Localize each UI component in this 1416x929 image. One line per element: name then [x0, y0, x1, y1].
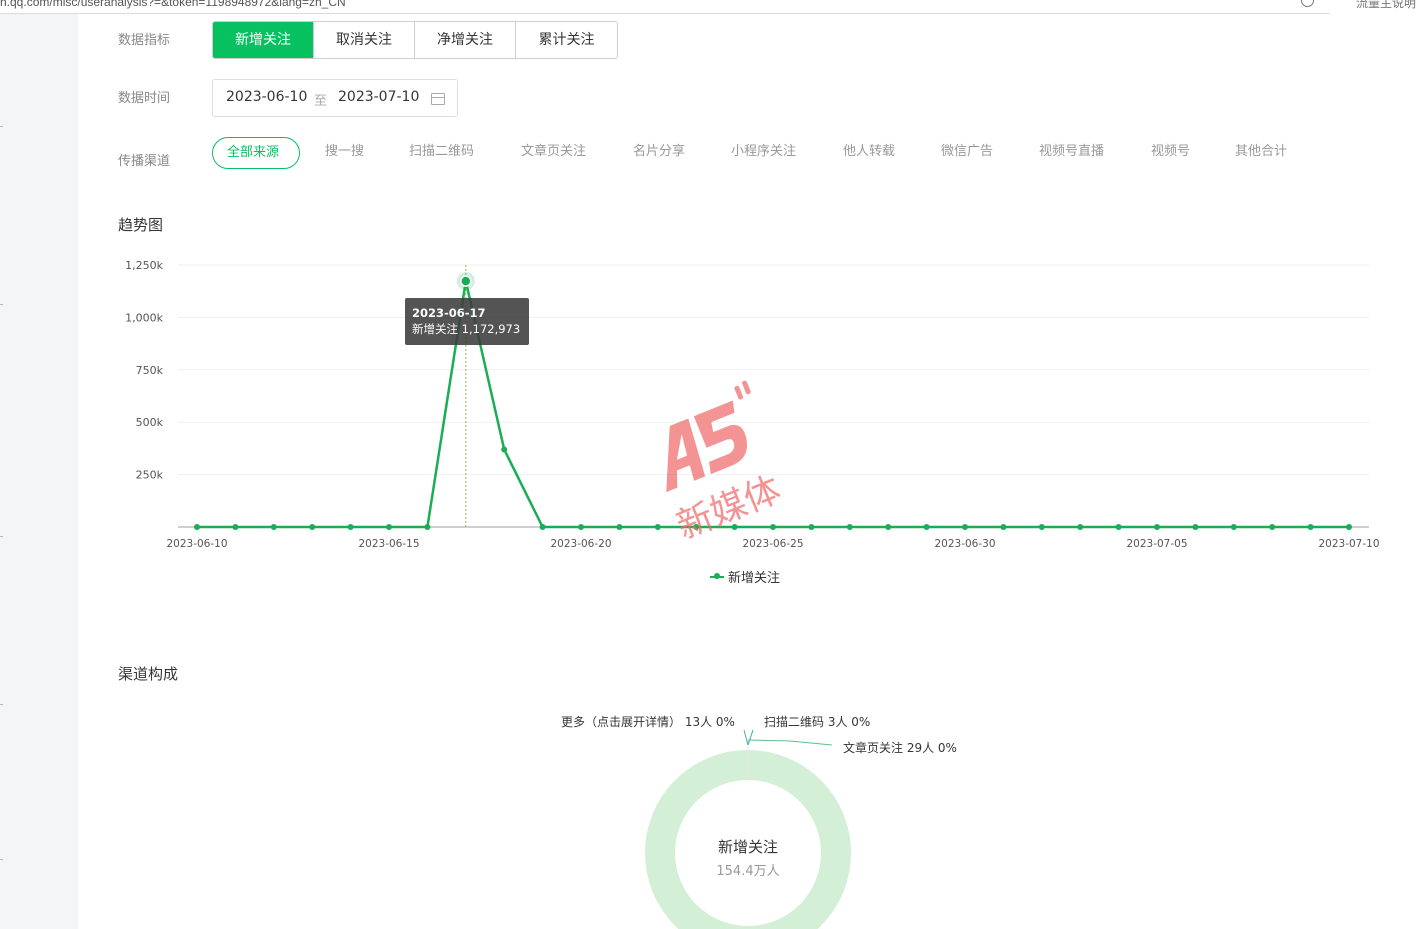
leader-more: [743, 729, 749, 746]
donut-center-value: 154.4万人: [716, 864, 780, 879]
donut-center: 新增关注 154.4万人: [698, 836, 798, 879]
leader-article: [747, 739, 833, 746]
pie-label-more[interactable]: 更多（点击展开详情） 13人 0%: [561, 713, 735, 730]
donut-center-title: 新增关注: [717, 838, 778, 856]
pie-label-qrcode: 扫描二维码 3人 0%: [764, 715, 871, 729]
leader-qrcode: [747, 729, 754, 746]
pie-label-article: 文章页关注 29人 0%: [843, 741, 957, 755]
composition-donut[interactable]: [0, 0, 1416, 929]
